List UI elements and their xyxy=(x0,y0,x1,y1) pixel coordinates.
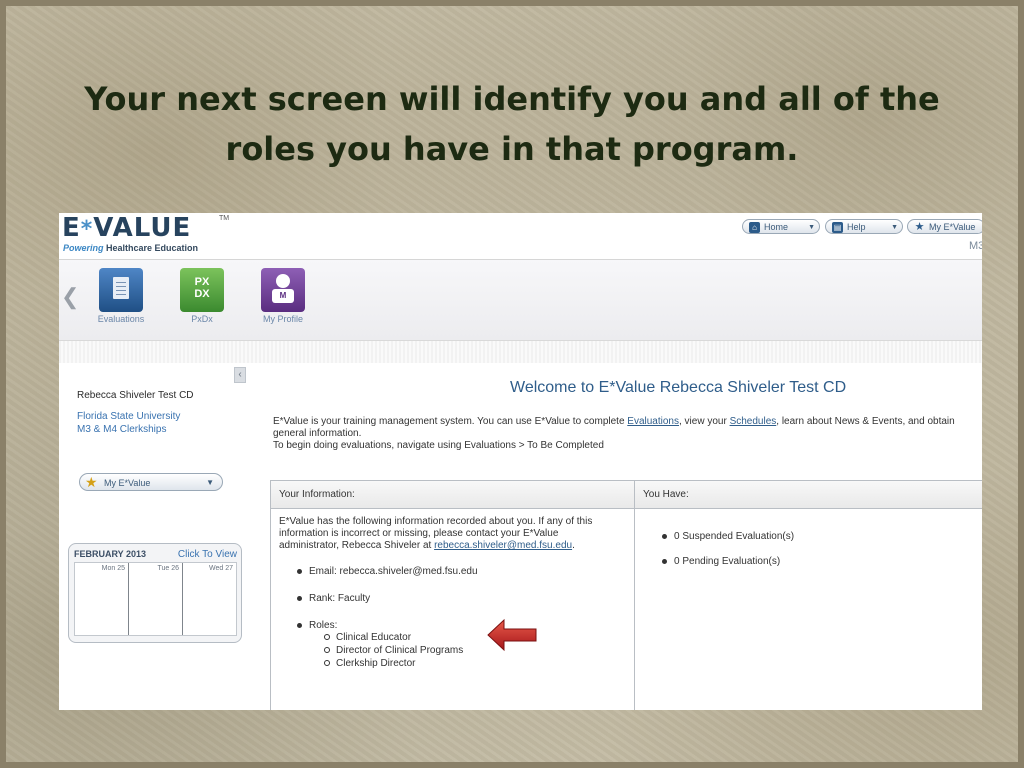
you-have-panel: You Have: 0 Suspended Evaluation(s) 0 Pe… xyxy=(634,480,982,710)
welcome-heading: Welcome to E*Value Rebecca Shiveler Test… xyxy=(510,379,847,396)
evaluations-app-button[interactable] xyxy=(99,268,143,312)
logo-star-icon: * xyxy=(80,217,94,242)
star-icon: ★ xyxy=(914,221,925,234)
roles-item: Roles: xyxy=(297,620,337,631)
evaluations-link[interactable]: Evaluations xyxy=(627,416,679,427)
chevron-down-icon: ▼ xyxy=(891,224,898,231)
pxdx-app-button[interactable]: PX DX xyxy=(180,268,224,312)
your-information-panel: Your Information: E*Value has the follow… xyxy=(270,480,635,710)
my-profile-app-label[interactable]: My Profile xyxy=(248,314,318,324)
calendar-day[interactable]: Tue 26 xyxy=(129,563,183,635)
sidebar-user-name: Rebecca Shiveler Test CD xyxy=(77,390,194,401)
role-item: Clerkship Director xyxy=(324,658,415,669)
role-item: Clinical Educator xyxy=(324,632,411,643)
calendar-click-to-view-link[interactable]: Click To View xyxy=(178,549,237,560)
intro-text: E*Value is your training management syst… xyxy=(273,416,955,451)
calendar-widget: FEBRUARY 2013 Click To View Mon 25 Tue 2… xyxy=(68,543,242,643)
your-information-text: E*Value has the following information re… xyxy=(279,516,593,551)
chevron-down-icon: ▼ xyxy=(206,478,214,487)
red-arrow-icon xyxy=(487,618,537,652)
rank-item: Rank: Faculty xyxy=(297,593,370,604)
your-information-header: Your Information: xyxy=(271,481,634,509)
help-icon: ▤ xyxy=(832,222,843,234)
slide-title-line2: roles you have in that program. xyxy=(225,130,799,168)
collapse-sidebar-icon[interactable]: ‹ xyxy=(234,367,246,383)
you-have-header: You Have: xyxy=(635,481,982,509)
id-badge-icon: M xyxy=(272,289,294,303)
my-evalue-dropdown[interactable]: ★ My E*Value ▼ xyxy=(79,473,223,491)
my-evalue-nav-button[interactable]: ★ My E*Value xyxy=(907,219,982,234)
logo-trademark: TM xyxy=(219,215,230,222)
home-icon: ⌂ xyxy=(749,222,760,234)
calendar-grid: Mon 25 Tue 26 Wed 27 xyxy=(74,562,237,636)
calendar-day[interactable]: Mon 25 xyxy=(75,563,129,635)
main-content: Welcome to E*Value Rebecca Shiveler Test… xyxy=(264,363,982,710)
my-profile-app-button[interactable]: M xyxy=(261,268,305,312)
evalue-header: E*VALUE TM Powering Healthcare Education… xyxy=(59,213,982,260)
calendar-month: FEBRUARY 2013 xyxy=(74,549,147,559)
evaluations-app-label[interactable]: Evaluations xyxy=(86,314,156,324)
pending-evaluations-item[interactable]: 0 Pending Evaluation(s) xyxy=(662,556,780,567)
pxdx-app-label[interactable]: PxDx xyxy=(167,314,237,324)
header-stripe-divider xyxy=(59,341,982,363)
admin-email-link[interactable]: rebecca.shiveler@med.fsu.edu xyxy=(434,540,572,551)
sidebar-organization[interactable]: Florida State University M3 & M4 Clerksh… xyxy=(77,410,180,436)
slide-title: Your next screen will identify you and a… xyxy=(0,74,1024,174)
slide-title-line1: Your next screen will identify you and a… xyxy=(84,80,940,118)
program-code: M3 xyxy=(969,240,982,252)
email-item: Email: rebecca.shiveler@med.fsu.edu xyxy=(297,566,478,577)
logo-tagline: Powering Healthcare Education xyxy=(63,243,199,253)
document-icon xyxy=(113,277,129,299)
help-nav-button[interactable]: ▤ Help ▼ xyxy=(825,219,903,234)
home-nav-button[interactable]: ⌂ Home ▼ xyxy=(742,219,820,234)
chevron-left-icon[interactable]: ❮ xyxy=(61,284,79,310)
app-icon-bar: ❮ Evaluations PX DX PxDx M My Profile xyxy=(59,260,982,341)
star-icon: ★ xyxy=(85,474,98,490)
user-profile-icon xyxy=(276,274,290,288)
evalue-logo: E*VALUE xyxy=(62,213,192,243)
chevron-down-icon: ▼ xyxy=(808,224,815,231)
pxdx-icon: PX DX xyxy=(194,276,210,300)
sidebar: ‹ Rebecca Shiveler Test CD Florida State… xyxy=(59,363,249,710)
suspended-evaluations-item[interactable]: 0 Suspended Evaluation(s) xyxy=(662,531,794,542)
schedules-link[interactable]: Schedules xyxy=(730,416,777,427)
calendar-day[interactable]: Wed 27 xyxy=(183,563,236,635)
